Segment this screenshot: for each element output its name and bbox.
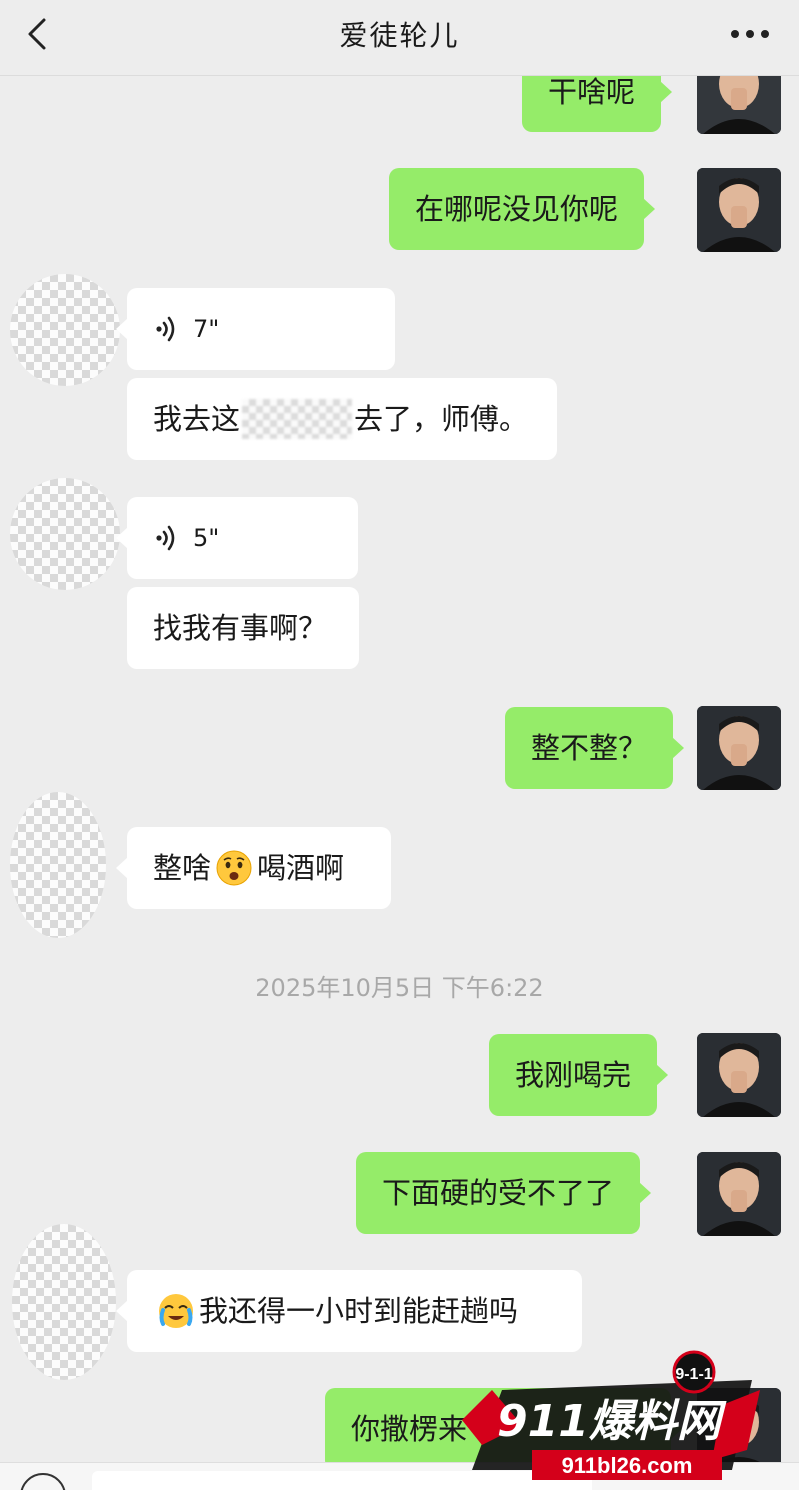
redacted-mosaic — [242, 399, 353, 439]
my-avatar[interactable] — [697, 168, 781, 252]
message-text-part: 喝酒啊 — [257, 850, 345, 885]
message-bubble-received[interactable]: 找我有事啊？ — [127, 587, 359, 669]
message-text: 整不整？ — [531, 730, 648, 765]
message-text: 在哪呢没见你呢 — [415, 191, 619, 226]
watermark-url: 911bl26.com — [562, 1453, 693, 1478]
contact-avatar[interactable] — [12, 1224, 116, 1380]
my-avatar[interactable] — [697, 76, 781, 134]
voice-duration: 5" — [193, 524, 220, 552]
watermark-badge: 9-1-1 — [675, 1366, 712, 1383]
message-text: 我刚喝完 — [515, 1057, 632, 1092]
message-text: 找我有事啊？ — [153, 610, 328, 645]
more-dots-icon[interactable] — [725, 16, 775, 52]
message-bubble-sent[interactable]: 整不整？ — [505, 707, 685, 789]
voice-toggle-button[interactable] — [20, 1473, 66, 1490]
message-text-part: 去了，师傅。 — [354, 401, 529, 436]
message-list[interactable]: 干啥呢 在哪呢没见你呢 7" 我去这 去了，师傅。 5" 找我有事啊？ 整不整？… — [0, 76, 799, 1462]
voice-message-bubble[interactable]: 7" — [116, 288, 395, 370]
person-avatar-icon — [697, 1033, 781, 1117]
message-bubble-received[interactable]: 整啥 喝酒啊 — [116, 827, 391, 909]
my-avatar[interactable] — [697, 1033, 781, 1117]
watermark-brand: 911爆料网 — [497, 1396, 727, 1447]
message-text: 我还得一小时到能赶趟吗 — [199, 1293, 519, 1328]
crying-face-emoji — [159, 1294, 193, 1328]
voice-duration: 7" — [193, 315, 220, 343]
person-avatar-icon — [697, 706, 781, 790]
person-avatar-icon — [697, 168, 781, 252]
contact-avatar[interactable] — [10, 478, 120, 590]
message-bubble-received[interactable]: 我还得一小时到能赶趟吗 — [116, 1270, 582, 1352]
message-text: 干啥呢 — [548, 76, 636, 109]
message-text: 你撒楞来 — [351, 1411, 468, 1446]
chat-title: 爱徒轮儿 — [339, 19, 460, 52]
my-avatar[interactable] — [697, 1152, 781, 1236]
voice-message-bubble[interactable]: 5" — [116, 497, 358, 579]
chat-header: 爱徒轮儿 — [0, 0, 799, 76]
message-text-part: 我去这 — [153, 401, 241, 436]
message-bubble-sent[interactable]: 下面硬的受不了了 — [356, 1152, 652, 1234]
person-avatar-icon — [697, 76, 781, 134]
message-text: 下面硬的受不了了 — [382, 1175, 615, 1210]
voice-wave-icon — [156, 316, 175, 342]
chat-timestamp: 2025年10月5日 下午6:22 — [255, 974, 544, 1002]
my-avatar[interactable] — [697, 706, 781, 790]
voice-wave-icon — [156, 525, 175, 551]
contact-avatar[interactable] — [10, 792, 106, 938]
message-text-part: 整啥 — [153, 850, 212, 885]
person-avatar-icon — [697, 1152, 781, 1236]
contact-avatar[interactable] — [10, 274, 120, 386]
message-bubble-sent[interactable]: 在哪呢没见你呢 — [389, 168, 656, 250]
watermark-logo: 9-1-1 911爆料网 911bl26.com — [462, 1350, 760, 1480]
message-bubble-received[interactable]: 我去这 去了，师傅。 — [127, 378, 557, 460]
message-bubble-sent[interactable]: 干啥呢 — [522, 76, 673, 132]
worried-face-emoji — [216, 850, 252, 886]
message-bubble-sent[interactable]: 我刚喝完 — [489, 1034, 669, 1116]
